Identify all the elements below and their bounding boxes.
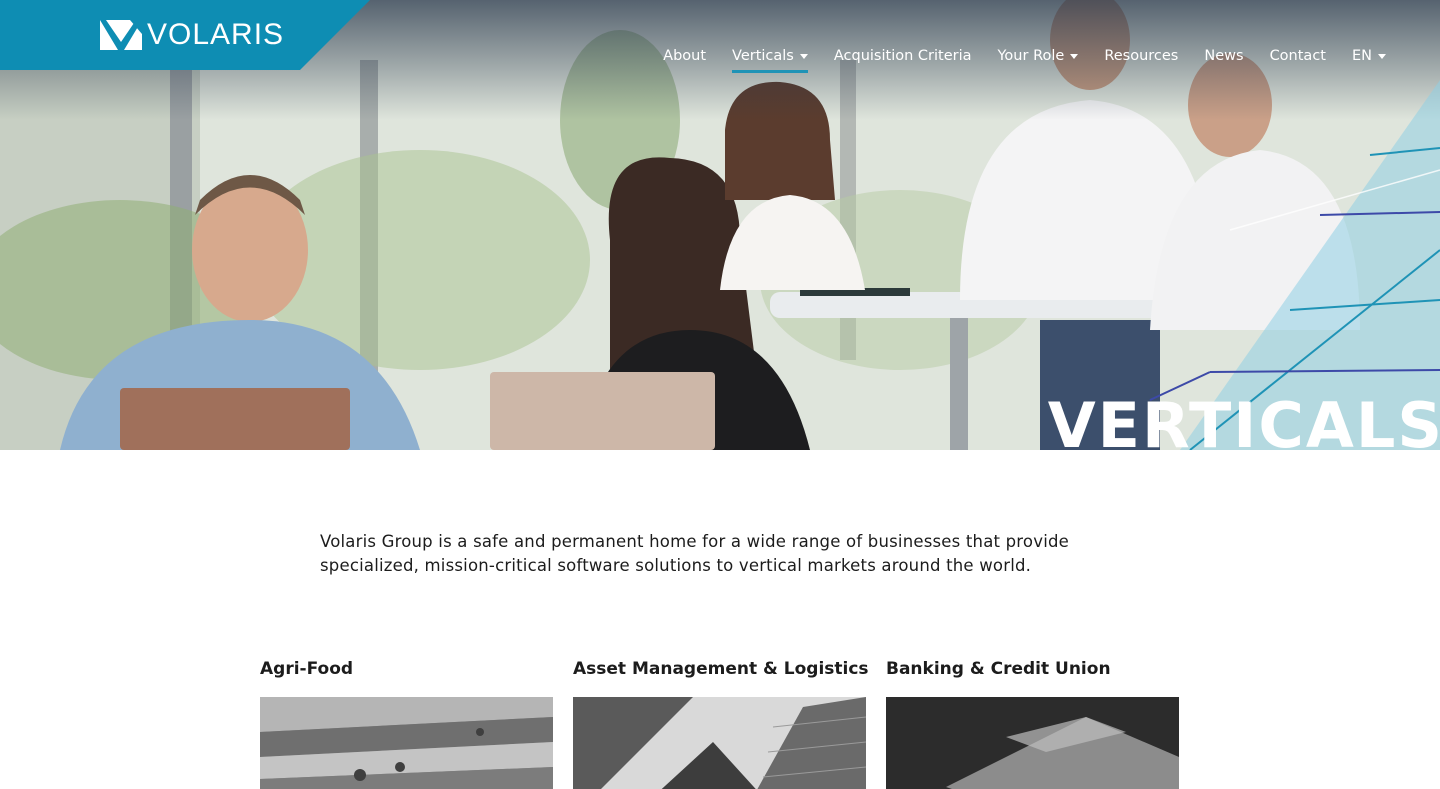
nav-about[interactable]: About xyxy=(650,45,719,67)
credit-card-photo xyxy=(886,697,1179,789)
nav-your-role[interactable]: Your Role xyxy=(985,45,1092,67)
vertical-card-banking[interactable]: Banking & Credit Union xyxy=(886,656,1179,789)
nav-resources-label: Resources xyxy=(1104,48,1179,64)
vertical-card-asset-management[interactable]: Asset Management & Logistics xyxy=(573,656,869,789)
nav-news-label: News xyxy=(1204,48,1244,64)
verticals-grid: Agri-Food Asset Management & Logistics B… xyxy=(260,656,1180,789)
language-selector-label: EN xyxy=(1351,48,1372,64)
nav-acquisition-criteria-label: Acquisition Criteria xyxy=(833,48,972,64)
nav-verticals-label: Verticals xyxy=(732,48,794,64)
caret-down-icon xyxy=(1070,53,1079,59)
volaris-logo-icon xyxy=(100,20,142,50)
caret-down-icon xyxy=(799,53,808,59)
hero-title: VERTICALS xyxy=(1047,389,1440,450)
nav-contact-label: Contact xyxy=(1269,48,1326,64)
intro-text: Volaris Group is a safe and permanent ho… xyxy=(320,532,1070,575)
vertical-card-title: Banking & Credit Union xyxy=(886,659,1111,679)
vertical-card-agri-food[interactable]: Agri-Food xyxy=(260,656,553,789)
vertical-card-title: Agri-Food xyxy=(260,659,354,679)
vertical-card-title: Asset Management & Logistics xyxy=(573,659,869,679)
logo-link[interactable]: VOLARIS xyxy=(0,0,370,70)
farm-fields-photo xyxy=(260,697,553,789)
nav-acquisition-criteria[interactable]: Acquisition Criteria xyxy=(821,45,985,67)
skyscrapers-photo xyxy=(573,697,866,789)
nav-your-role-label: Your Role xyxy=(997,48,1065,64)
caret-down-icon xyxy=(1378,53,1386,59)
logo-wordmark: VOLARIS xyxy=(147,18,285,51)
main-nav: About Verticals Acquisition Criteria You… xyxy=(650,45,1386,73)
nav-about-label: About xyxy=(663,48,707,64)
nav-contact[interactable]: Contact xyxy=(1257,45,1339,67)
nav-resources[interactable]: Resources xyxy=(1091,45,1191,67)
nav-news[interactable]: News xyxy=(1191,45,1256,67)
language-selector[interactable]: EN xyxy=(1339,45,1386,67)
nav-verticals[interactable]: Verticals xyxy=(719,45,821,73)
